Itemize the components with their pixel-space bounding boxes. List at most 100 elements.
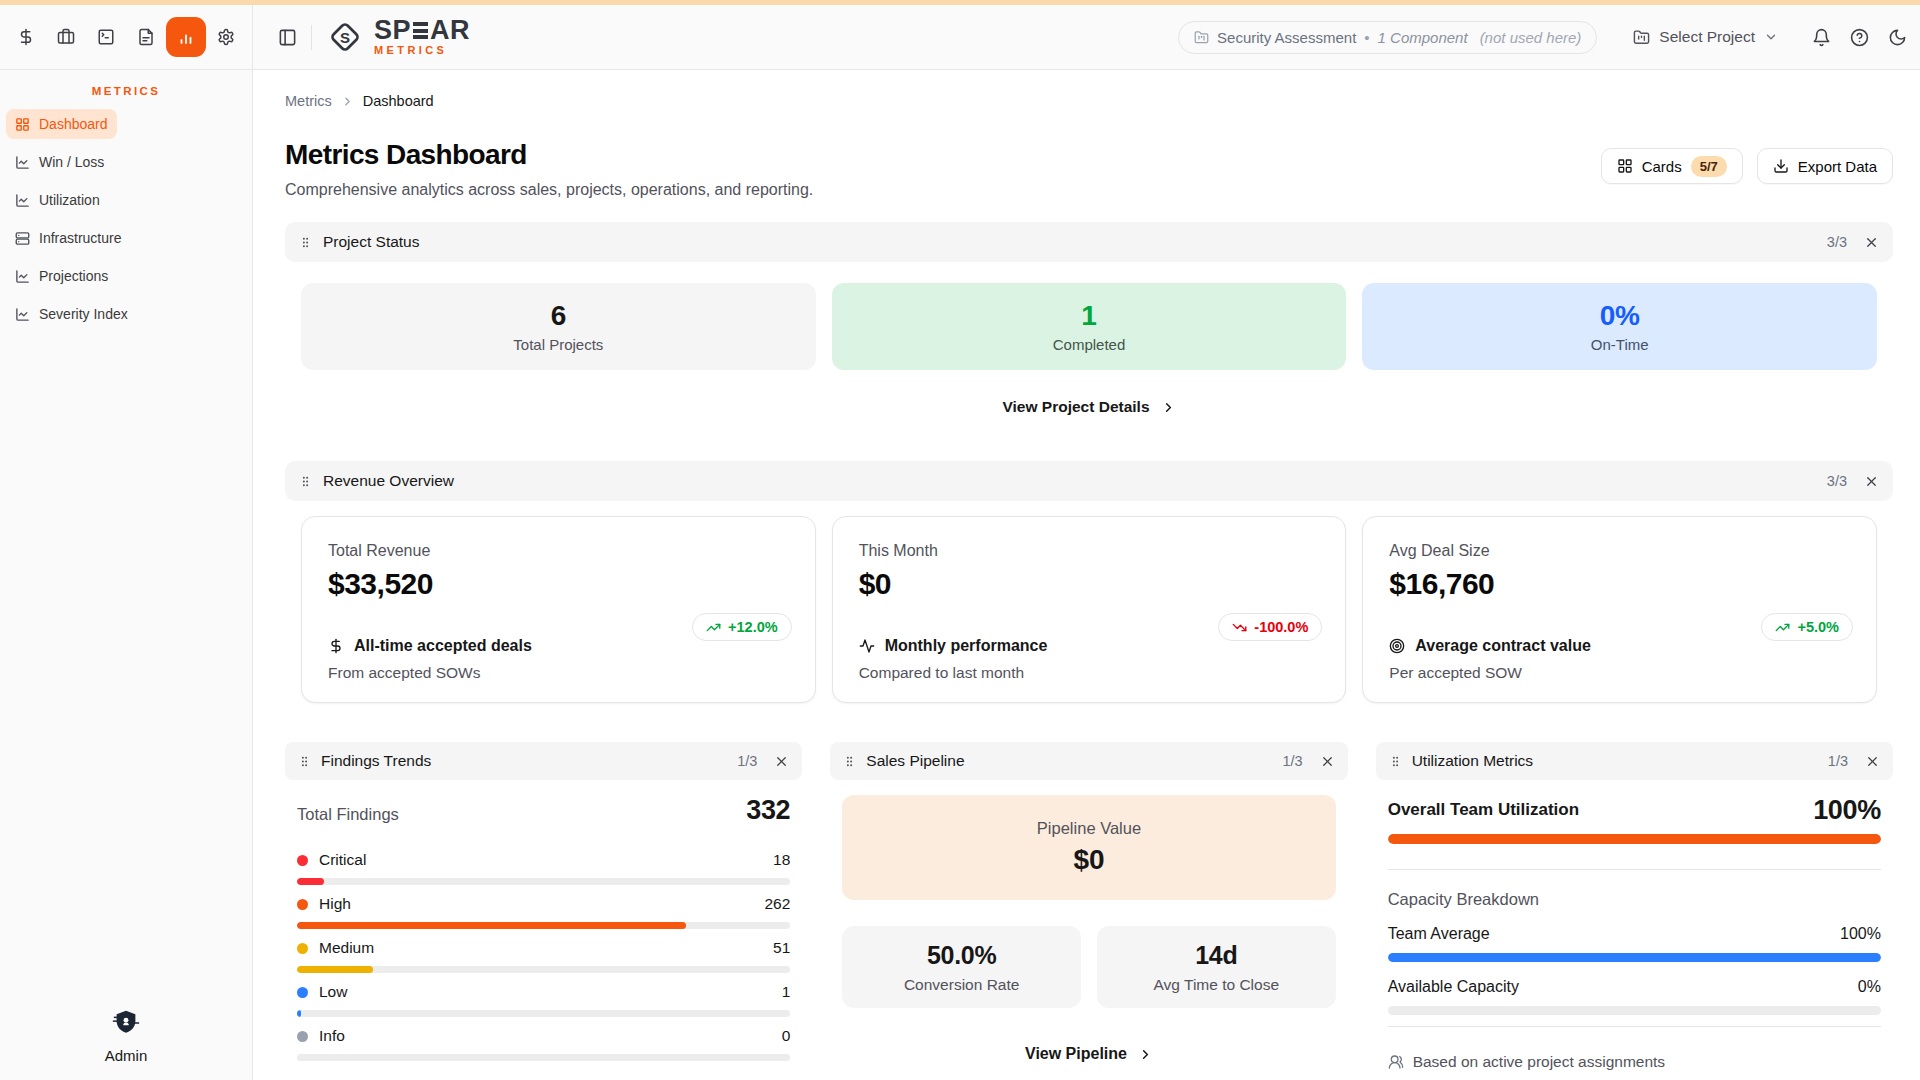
terminal-app-icon[interactable] — [97, 28, 115, 46]
metric-subtext: From accepted SOWs — [328, 664, 480, 682]
users-icon — [1388, 1054, 1404, 1070]
metric-value: $33,520 — [328, 567, 789, 601]
sidebar-item-label: Utilization — [39, 192, 100, 208]
finding-row-info: Info 0 — [297, 1027, 790, 1061]
breadcrumb-parent[interactable]: Metrics — [285, 92, 332, 110]
severity-dot — [297, 899, 308, 910]
drag-handle-icon[interactable] — [298, 755, 311, 768]
progress-track — [297, 966, 790, 973]
findings-trends-panel: Findings Trends 1/3 Total Findings 332 — [285, 742, 802, 1071]
sidebar-item-dashboard[interactable]: Dashboard — [6, 109, 117, 139]
document-app-icon[interactable] — [137, 28, 155, 46]
metric-subtext: Compared to last month — [859, 664, 1024, 682]
folder-icon — [1194, 30, 1209, 45]
admin-avatar[interactable] — [111, 1008, 141, 1038]
this-month-card: This Month $0 -100.0% Monthly performanc… — [832, 516, 1347, 703]
close-icon[interactable] — [774, 754, 789, 769]
utilization-metrics-panel: Utilization Metrics 1/3 Overall Team Uti… — [1376, 742, 1893, 1071]
close-icon[interactable] — [1320, 754, 1335, 769]
section-count: 1/3 — [1282, 753, 1302, 769]
progress-track — [297, 878, 790, 885]
close-icon[interactable] — [1865, 754, 1880, 769]
export-button-label: Export Data — [1798, 158, 1877, 175]
settings-app-icon[interactable] — [217, 28, 235, 46]
metrics-app-icon-active[interactable] — [166, 17, 206, 57]
stat-value: 6 — [551, 300, 566, 332]
layout-grid-icon — [15, 117, 30, 132]
avg-deal-size-card: Avg Deal Size $16,760 +5.0% Average cont… — [1362, 516, 1877, 703]
breadcrumb-current: Dashboard — [363, 92, 434, 110]
trend-value: +5.0% — [1797, 619, 1839, 635]
drag-handle-icon[interactable] — [843, 755, 856, 768]
close-icon[interactable] — [1864, 474, 1879, 489]
severity-count: 1 — [782, 983, 791, 1001]
divider — [1388, 1026, 1881, 1027]
sidebar-item-infrastructure[interactable]: Infrastructure — [6, 223, 130, 253]
spear-logo-icon: S — [326, 18, 364, 56]
sidebar-item-win-loss[interactable]: Win / Loss — [6, 147, 113, 177]
drag-handle-icon[interactable] — [299, 236, 312, 249]
metric-description-text: All-time accepted deals — [354, 637, 532, 655]
sidebar-toggle-icon[interactable] — [278, 28, 297, 47]
metric-subtext: Per accepted SOW — [1389, 664, 1522, 682]
brand-logo: S SPAR METRICS — [326, 18, 470, 56]
sidebar: METRICS Dashboard Win / Loss Utilization… — [0, 5, 253, 1080]
section-title: Revenue Overview — [323, 472, 454, 490]
chevron-down-icon — [1764, 30, 1778, 44]
section-count: 1/3 — [737, 753, 757, 769]
dollar-app-icon[interactable] — [17, 28, 35, 46]
metric-description-text: Monthly performance — [885, 637, 1048, 655]
avg-time-card: 14d Avg Time to Close — [1097, 926, 1336, 1008]
folder-icon — [1633, 29, 1650, 46]
export-data-button[interactable]: Export Data — [1757, 148, 1893, 184]
view-project-details-link[interactable]: View Project Details — [285, 397, 1893, 417]
metric-description: All-time accepted deals — [328, 637, 532, 655]
severity-dot — [297, 855, 308, 866]
navbar-actions — [1802, 19, 1916, 55]
pipeline-value: $0 — [1073, 844, 1104, 876]
available-capacity-row: Available Capacity 0% — [1388, 977, 1881, 997]
context-badge[interactable]: Security Assessment • 1 Component (not u… — [1178, 21, 1597, 54]
overall-utilization-value: 100% — [1813, 796, 1881, 824]
metric-label: Avg Deal Size — [1389, 542, 1850, 560]
help-button[interactable] — [1840, 19, 1878, 55]
close-icon[interactable] — [1864, 235, 1879, 250]
theme-toggle-button[interactable] — [1878, 19, 1916, 55]
briefcase-app-icon[interactable] — [57, 28, 75, 46]
project-status-header: Project Status 3/3 — [285, 222, 1893, 262]
progress-track — [297, 1054, 790, 1061]
drag-handle-icon[interactable] — [1389, 755, 1402, 768]
metric-label: This Month — [859, 542, 1320, 560]
trending-up-icon — [706, 620, 721, 635]
progress-fill — [297, 878, 324, 885]
view-pipeline-link[interactable]: View Pipeline — [842, 1044, 1335, 1064]
activity-icon — [859, 638, 875, 654]
stat-label: Conversion Rate — [904, 976, 1019, 994]
notifications-button[interactable] — [1802, 19, 1840, 55]
capacity-value: 100% — [1840, 924, 1881, 944]
sidebar-item-severity-index[interactable]: Severity Index — [6, 299, 137, 329]
trend-badge: +5.0% — [1761, 613, 1853, 641]
sidebar-item-utilization[interactable]: Utilization — [6, 185, 109, 215]
trend-badge: -100.0% — [1218, 613, 1322, 641]
sidebar-user-name[interactable]: Admin — [105, 1047, 148, 1064]
progress-fill — [297, 966, 373, 973]
project-selector[interactable]: Select Project — [1633, 28, 1778, 46]
overall-utilization-label: Overall Team Utilization — [1388, 800, 1579, 820]
capacity-label: Available Capacity — [1388, 977, 1519, 997]
progress-fill — [297, 1010, 301, 1017]
sidebar-item-projections[interactable]: Projections — [6, 261, 117, 291]
team-average-row: Team Average 100% — [1388, 924, 1881, 944]
divider — [311, 25, 312, 50]
main-content: Metrics Dashboard Metrics Dashboard Comp… — [253, 70, 1920, 1080]
chart-line-icon — [15, 193, 30, 208]
severity-label: Low — [319, 983, 347, 1001]
drag-handle-icon[interactable] — [299, 475, 312, 488]
utilization-metrics-header: Utilization Metrics 1/3 — [1376, 742, 1893, 780]
cards-button[interactable]: Cards 5/7 — [1601, 148, 1743, 184]
trend-value: -100.0% — [1254, 619, 1308, 635]
stylized-e — [413, 22, 428, 39]
revenue-overview-section: Revenue Overview 3/3 Total Revenue $33,5… — [285, 461, 1893, 703]
severity-label: Info — [319, 1027, 345, 1045]
cards-count-badge: 5/7 — [1691, 156, 1727, 177]
